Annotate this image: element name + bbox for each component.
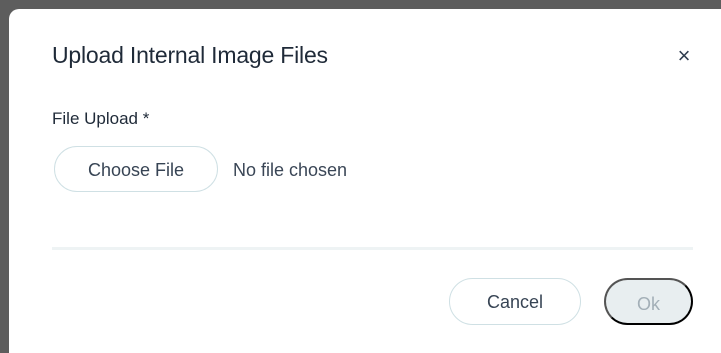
footer-divider (52, 247, 693, 250)
upload-dialog: Upload Internal Image Files × File Uploa… (9, 9, 721, 353)
dialog-title: Upload Internal Image Files (52, 42, 328, 68)
cancel-button[interactable]: Cancel (449, 278, 581, 325)
close-icon[interactable]: × (673, 45, 695, 67)
ok-button[interactable]: Ok (604, 278, 693, 325)
file-status-text: No file chosen (233, 160, 348, 180)
choose-file-button[interactable]: Choose File (54, 146, 218, 192)
file-upload-label: File Upload * (52, 109, 150, 128)
